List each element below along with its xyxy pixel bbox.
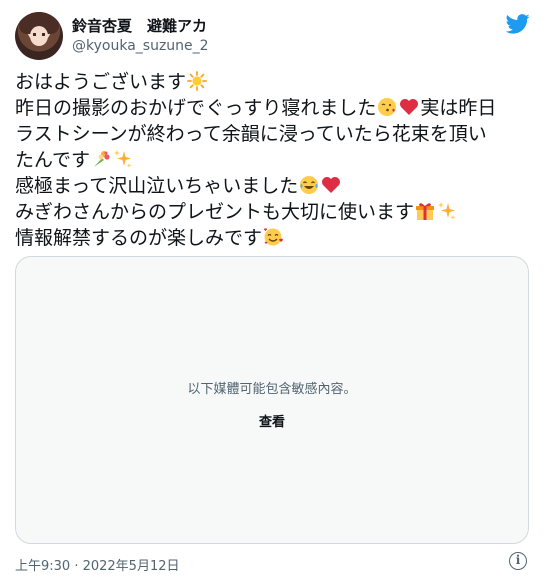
avatar[interactable] [15, 12, 63, 60]
tweet-line: たんです [15, 147, 535, 173]
tweet-line: おはようございます [15, 69, 535, 95]
tweet-timestamp[interactable]: 上午9:30 · 2022年5月12日 [15, 555, 180, 574]
sensitive-media-warning: 以下媒體可能包含敏感內容。 [187, 382, 357, 397]
display-name[interactable]: 鈴音杏夏 避難アカ [72, 15, 207, 36]
tweet-line-text: 実は昨日 [420, 97, 497, 119]
smiling-face-with-hearts-emoji-icon [264, 228, 283, 246]
user-handle[interactable]: @kyouka_suzune_2 [72, 38, 209, 54]
sun-emoji-icon [187, 71, 207, 91]
tweet-text: おはようございます 昨日の撮影のおかげでぐっすり寝れました 実は昨日 ラストシー… [15, 69, 535, 251]
tweet-line-text: ラストシーンが終わって余韻に浸っていたら花束を頂い [15, 123, 487, 145]
gift-emoji-icon [416, 203, 435, 220]
sparkles-emoji-icon [114, 150, 132, 168]
tweet-line: みぎわさんからのプレゼントも大切に使います [15, 199, 535, 225]
view-media-button[interactable]: 查看 [16, 411, 528, 430]
bouquet-emoji-icon [94, 151, 110, 167]
tweet-line: 情報解禁するのが楽しみです [15, 225, 535, 251]
info-icon[interactable]: i [509, 552, 527, 570]
tweet-line-text: たんです [15, 149, 91, 171]
tweet-line: 昨日の撮影のおかげでぐっすり寝れました 実は昨日 [15, 95, 535, 121]
tweet-line: ラストシーンが終わって余韻に浸っていたら花束を頂い [15, 121, 535, 147]
avatar-eyes [33, 33, 45, 36]
twitter-bird-icon[interactable] [506, 14, 530, 34]
tears-of-joy-emoji-icon [300, 176, 319, 194]
red-heart-emoji-icon [322, 177, 341, 193]
avatar-face [30, 26, 48, 46]
sensitive-media-container[interactable]: 以下媒體可能包含敏感內容。 查看 [15, 256, 529, 544]
red-heart-emoji-icon [400, 99, 419, 115]
tweet-card: 鈴音杏夏 避難アカ @kyouka_suzune_2 おはようございます 昨日の… [0, 0, 546, 578]
kissing-face-emoji-icon [378, 98, 397, 116]
tweet-line-text: おはようございます [15, 71, 187, 93]
sparkles-emoji-icon [438, 202, 456, 220]
tweet-line: 感極まって沢山泣いちゃいました [15, 173, 535, 199]
tweet-line-text: 感極まって沢山泣いちゃいました [15, 175, 299, 197]
tweet-line-text: みぎわさんからのプレゼントも大切に使います [15, 201, 415, 223]
tweet-line-text: 情報解禁するのが楽しみです [15, 227, 263, 249]
tweet-line-text: 昨日の撮影のおかげでぐっすり寝れました [15, 97, 377, 119]
